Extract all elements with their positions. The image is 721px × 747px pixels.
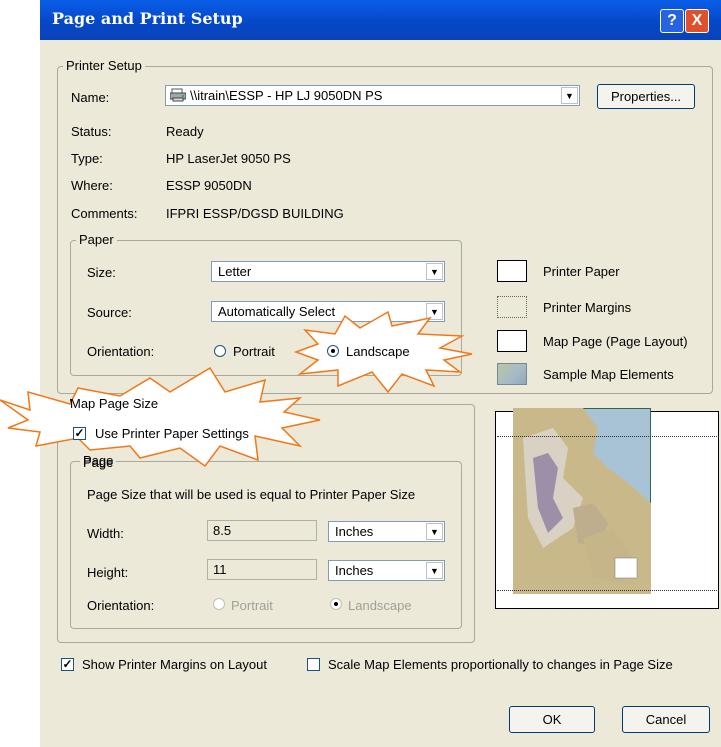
map-page-size-legend-overlay: Map Page Size (70, 396, 159, 411)
use-printer-paper-label[interactable]: Use Printer Paper Settings (95, 426, 249, 441)
landscape-radio[interactable] (327, 345, 339, 357)
callout-annotations (0, 310, 473, 468)
use-paper-callout (0, 366, 321, 468)
use-printer-paper-checkbox[interactable]: ✓ (73, 427, 86, 440)
page-legend-overlay: Page (83, 455, 114, 470)
landscape-label[interactable]: Landscape (346, 344, 410, 359)
